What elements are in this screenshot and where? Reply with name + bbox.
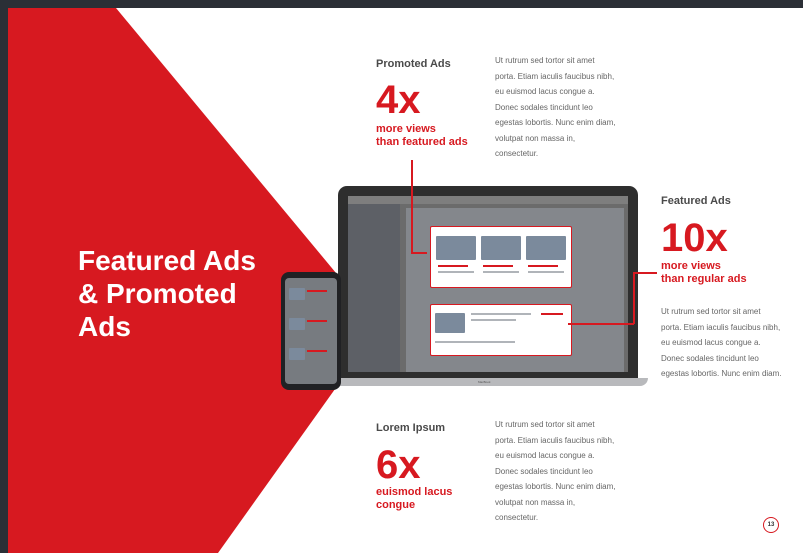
laptop-screen [348,196,628,372]
lorem-ipsum-caption: euismod lacus congue [376,486,453,511]
featured-ads-heading: Featured Ads [661,195,731,207]
promoted-ads-connector [411,252,427,254]
car-photo [481,236,521,260]
brochure-page: Featured Ads & Promoted Ads Promoted Ads… [8,8,803,553]
text-line [471,319,516,321]
laptop-brand-label: MacBook [478,380,491,384]
screen-sidebar [348,204,400,372]
promoted-ads-body: Ut rutrum sed tortor sit amet porta. Eti… [495,56,616,158]
promoted-ads-connector [411,160,413,253]
promoted-ads-card [430,226,572,288]
price-line [307,350,327,352]
price-line [307,290,327,292]
laptop-mockup: MacBook [328,186,648,396]
page-number: 13 [763,517,779,533]
price-line [483,265,513,267]
lorem-ipsum-body: Ut rutrum sed tortor sit amet porta. Eti… [495,420,616,522]
promoted-ads-caption: more views than featured ads [376,123,468,148]
car-photo [289,288,305,300]
phone-screen [285,278,337,384]
phone-mockup [281,272,341,390]
featured-ads-connector [633,272,657,274]
featured-ads-multiplier: 10x [661,216,728,260]
lorem-ipsum-heading: Lorem Ipsum [376,422,446,434]
car-photo [526,236,566,260]
price-line [438,265,468,267]
featured-ads-body: Ut rutrum sed tortor sit amet porta. Eti… [661,307,782,378]
text-line [435,341,515,343]
text-line [483,271,519,273]
screen-topbar [348,196,628,204]
text-line [471,313,531,315]
car-photo [289,318,305,330]
car-photo [436,236,476,260]
featured-ads-caption: more views than regular ads [661,260,747,285]
promoted-ads-heading: Promoted Ads [376,58,451,70]
price-line [541,313,563,315]
car-photo [435,313,465,333]
featured-ad-card [430,304,572,356]
car-photo [289,348,305,360]
laptop-lid [338,186,638,378]
price-line [528,265,558,267]
featured-ads-connector [568,323,634,325]
text-line [528,271,564,273]
featured-ads-connector [633,272,635,324]
lorem-ipsum-multiplier: 6x [376,443,421,487]
text-line [438,271,474,273]
price-line [307,320,327,322]
promoted-ads-multiplier: 4x [376,78,421,122]
